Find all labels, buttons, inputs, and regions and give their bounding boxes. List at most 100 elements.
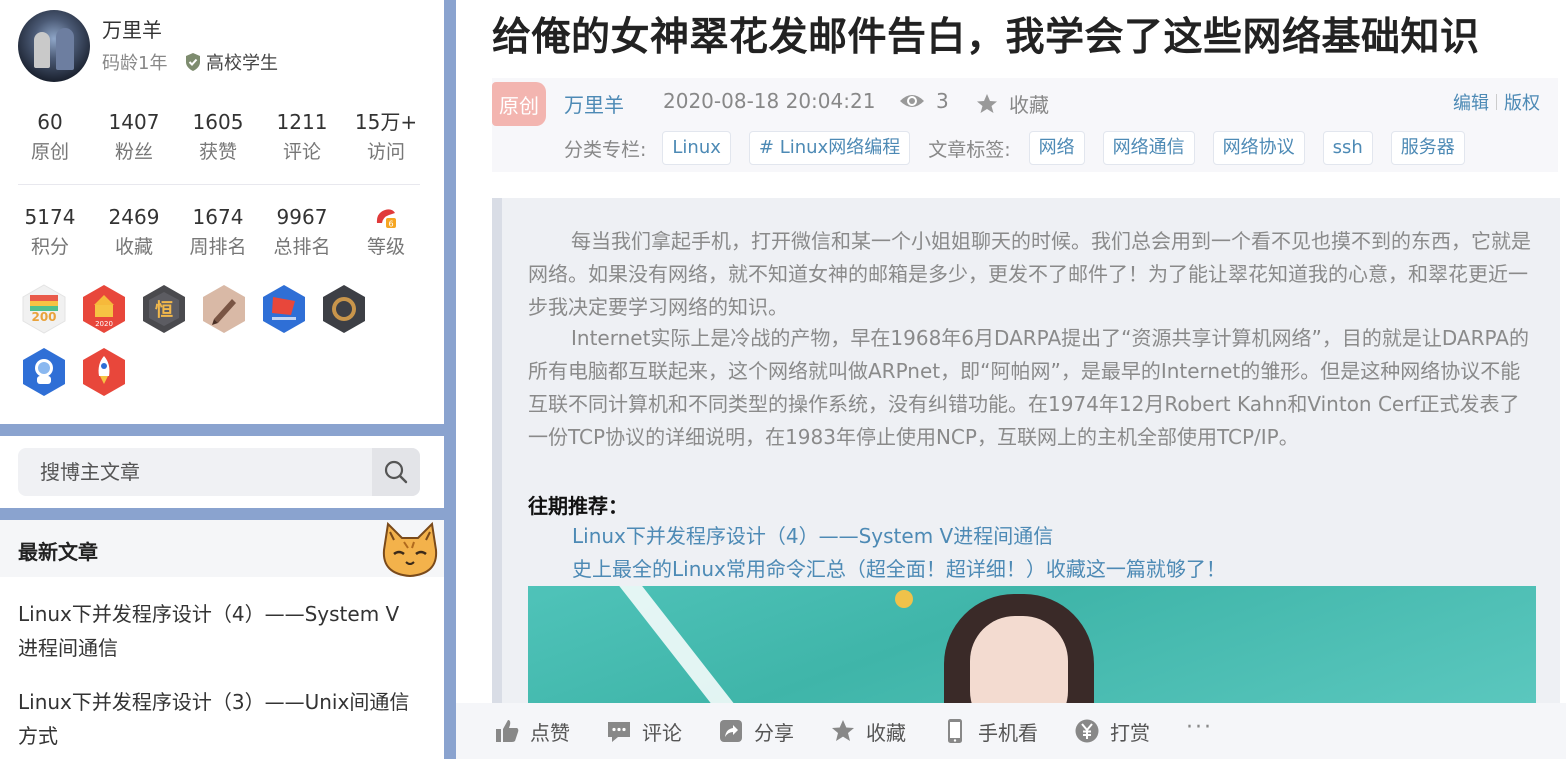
cat-mascot-icon xyxy=(382,521,438,578)
stat-value: 9967 xyxy=(276,205,328,229)
author-profile-card: 万里羊 码龄1年 高校学生 60 原创 1407 粉丝 1605 获赞 1211… xyxy=(0,0,444,424)
school-badge: 高校学生 xyxy=(184,49,278,75)
edit-link[interactable]: 编辑 xyxy=(1453,89,1489,115)
badge-2020-icon[interactable]: 2020 xyxy=(80,283,128,335)
stat-label: 粉丝 xyxy=(114,141,153,163)
favorite-label: 收藏 xyxy=(1009,93,1049,117)
article-content: 每当我们拿起手机，打开微信和某一个小姐姐聊天的时候。我们总会用到一个看不见也摸不… xyxy=(492,198,1560,703)
stat-likes[interactable]: 1605 获赞 xyxy=(176,107,260,167)
eye-icon xyxy=(900,95,924,107)
article-tag[interactable]: 网络协议 xyxy=(1212,131,1305,165)
level-icon: 6 xyxy=(376,209,396,229)
thumbs-up-icon xyxy=(496,720,519,742)
badge-persistence-icon[interactable]: 恒 xyxy=(140,283,188,335)
recommend-link[interactable]: Linux下并发程序设计（4）——System V进程间通信 xyxy=(572,520,1053,549)
comment-icon xyxy=(608,722,630,742)
badge-rocket-icon[interactable] xyxy=(80,346,128,398)
badge-list: 200 2020 恒 xyxy=(20,283,420,398)
article-tag[interactable]: 网络通信 xyxy=(1102,131,1195,165)
comment-label: 评论 xyxy=(642,720,682,745)
latest-article-link[interactable]: Linux下并发程序设计（4）——System V进程间通信 xyxy=(18,597,418,665)
search-button[interactable] xyxy=(372,448,420,496)
recommend-heading: 往期推荐： xyxy=(528,494,628,518)
svg-text:6: 6 xyxy=(388,220,393,229)
article-image xyxy=(528,586,1536,703)
article-tag[interactable]: 网络 xyxy=(1028,131,1085,165)
stat-label: 周排名 xyxy=(189,236,247,258)
mobile-view-label: 手机看 xyxy=(978,720,1038,745)
more-options-icon[interactable]: ··· xyxy=(1186,715,1213,740)
badge-astronaut-icon[interactable] xyxy=(20,346,68,398)
search-icon xyxy=(384,460,408,484)
latest-article-link[interactable]: Linux下并发程序设计（3）——Unix间通信方式 xyxy=(18,685,418,753)
badge-flag-icon[interactable] xyxy=(260,283,308,335)
yen-icon xyxy=(1075,719,1099,743)
avatar-figure-left xyxy=(34,32,50,68)
badge-200-icon[interactable]: 200 xyxy=(20,283,68,335)
copyright-link[interactable]: 版权 xyxy=(1504,89,1540,115)
stat-label: 收藏 xyxy=(114,236,153,258)
article-date: 2020-08-18 20:04:21 xyxy=(663,89,876,113)
article-main: 给俺的女神翠花发邮件告白，我学会了这些网络基础知识 原创 万里羊 2020-08… xyxy=(456,0,1566,759)
favorite-button[interactable]: 收藏 xyxy=(975,89,1049,118)
stats-row-secondary: 5174 积分 2469 收藏 1674 周排名 9967 总排名 6 等级 xyxy=(8,202,428,262)
author-name[interactable]: 万里羊 xyxy=(102,14,162,43)
stat-value: 1674 xyxy=(192,205,244,229)
latest-articles-panel: 最新文章 Linux下并发程序设计（4）——System V进程间通信 Linu… xyxy=(0,520,444,759)
stat-value: 1407 xyxy=(108,110,160,134)
stat-label: 总排名 xyxy=(273,236,331,258)
stat-total-rank[interactable]: 9967 总排名 xyxy=(260,202,344,262)
stat-value: 5174 xyxy=(24,205,76,229)
stat-comments[interactable]: 1211 评论 xyxy=(260,107,344,167)
school-label: 高校学生 xyxy=(206,53,278,74)
stat-points[interactable]: 5174 积分 xyxy=(8,202,92,262)
article-title: 给俺的女神翠花发邮件告白，我学会了这些网络基础知识 xyxy=(492,15,1480,60)
edit-copyright-links: 编辑 版权 xyxy=(1453,89,1540,115)
stat-level[interactable]: 6 等级 xyxy=(344,202,428,262)
badge-pencil-icon[interactable] xyxy=(200,283,248,335)
avatar-figure-right xyxy=(56,28,74,70)
badge-2020-text: 2020 xyxy=(95,320,113,328)
stat-visits[interactable]: 15万+ 访问 xyxy=(344,107,428,167)
search-input[interactable] xyxy=(18,448,372,496)
badge-persistence-text: 恒 xyxy=(155,299,173,321)
avatar[interactable] xyxy=(18,10,90,82)
stats-divider xyxy=(18,184,420,185)
article-paragraph: Internet实际上是冷战的产物，早在1968年6月DARPA提出了“资源共享… xyxy=(528,326,1529,449)
latest-articles-title: 最新文章 xyxy=(18,540,98,564)
stat-favorites[interactable]: 2469 收藏 xyxy=(92,202,176,262)
image-table-rail xyxy=(588,586,750,703)
reward-button[interactable]: 打赏 xyxy=(1074,717,1150,746)
stat-weekly-rank[interactable]: 1674 周排名 xyxy=(176,202,260,262)
recommend-link[interactable]: 史上最全的Linux常用命令汇总（超全面！超详细！）收藏这一篇就够了！ xyxy=(572,553,1226,582)
stat-value: 1211 xyxy=(276,110,328,134)
comment-button[interactable]: 评论 xyxy=(606,717,682,746)
article-tag[interactable]: 服务器 xyxy=(1390,131,1465,165)
article-author-link[interactable]: 万里羊 xyxy=(564,89,624,118)
badge-bronze-icon[interactable] xyxy=(320,283,368,335)
code-age: 码龄1年 xyxy=(102,53,168,74)
stat-value: 15万+ xyxy=(354,110,418,134)
share-icon xyxy=(720,720,742,742)
article-tag[interactable]: ssh xyxy=(1322,131,1373,165)
stat-label: 等级 xyxy=(366,236,405,258)
star-icon xyxy=(832,720,854,741)
verified-shield-icon xyxy=(186,53,200,71)
original-badge: 原创 xyxy=(492,82,546,126)
favorite-action-button[interactable]: 收藏 xyxy=(830,717,906,746)
mobile-view-button[interactable]: 手机看 xyxy=(942,717,1038,746)
like-label: 点赞 xyxy=(530,720,570,745)
stats-row-primary: 60 原创 1407 粉丝 1605 获赞 1211 评论 15万+ 访问 xyxy=(8,107,428,167)
stat-value: 6 xyxy=(344,202,428,232)
share-button[interactable]: 分享 xyxy=(718,717,794,746)
view-count: 3 xyxy=(898,89,949,113)
view-count-value: 3 xyxy=(936,89,949,113)
stat-fans[interactable]: 1407 粉丝 xyxy=(92,107,176,167)
like-button[interactable]: 点赞 xyxy=(494,717,570,746)
category-tag[interactable]: Linux xyxy=(662,131,731,165)
stat-value: 1605 xyxy=(192,110,244,134)
category-tag-row: 分类专栏: Linux # Linux网络编程 文章标签: 网络 网络通信 网络… xyxy=(564,131,1465,165)
latest-articles-header: 最新文章 xyxy=(0,520,444,578)
category-tag[interactable]: # Linux网络编程 xyxy=(748,131,911,165)
stat-original[interactable]: 60 原创 xyxy=(8,107,92,167)
